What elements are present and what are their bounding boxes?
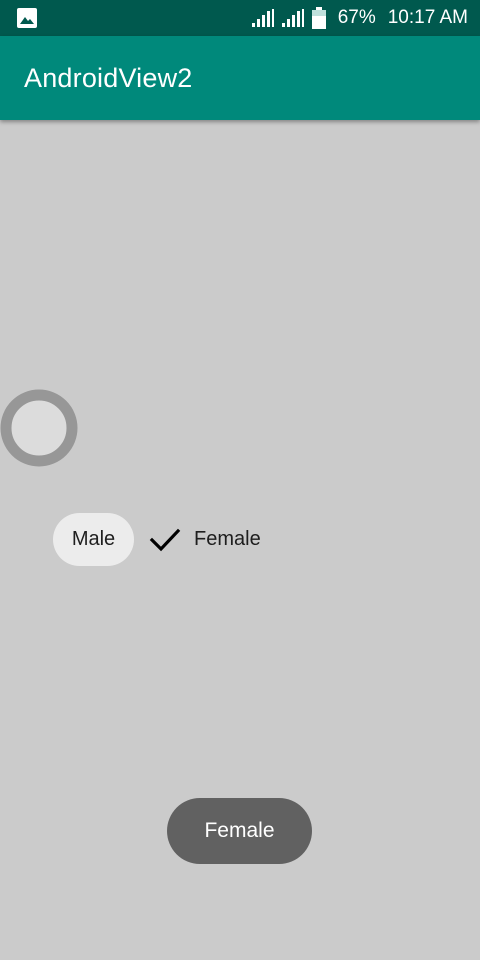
female-chip[interactable]: Female (145, 513, 261, 566)
female-chip-label: Female (194, 528, 261, 550)
male-chip[interactable]: Male (53, 513, 134, 566)
toast-message: Female (167, 798, 312, 864)
battery-percent: 67% (337, 7, 376, 28)
clock: 10:17 AM (387, 7, 468, 28)
male-chip-label: Male (71, 528, 116, 550)
image-icon (17, 8, 37, 28)
app-bar: AndroidView2 (0, 36, 480, 120)
toast-text: Female (204, 819, 275, 842)
check-icon (148, 525, 182, 555)
page-title: AndroidView2 (24, 63, 193, 93)
battery-icon (311, 7, 326, 29)
progress-indicator (0, 389, 78, 467)
signal-icon (251, 9, 274, 27)
status-indicators: 67% 10:17 AM (251, 0, 468, 36)
signal-icon-2 (281, 9, 304, 27)
status-bar: 67% 10:17 AM (0, 0, 480, 36)
